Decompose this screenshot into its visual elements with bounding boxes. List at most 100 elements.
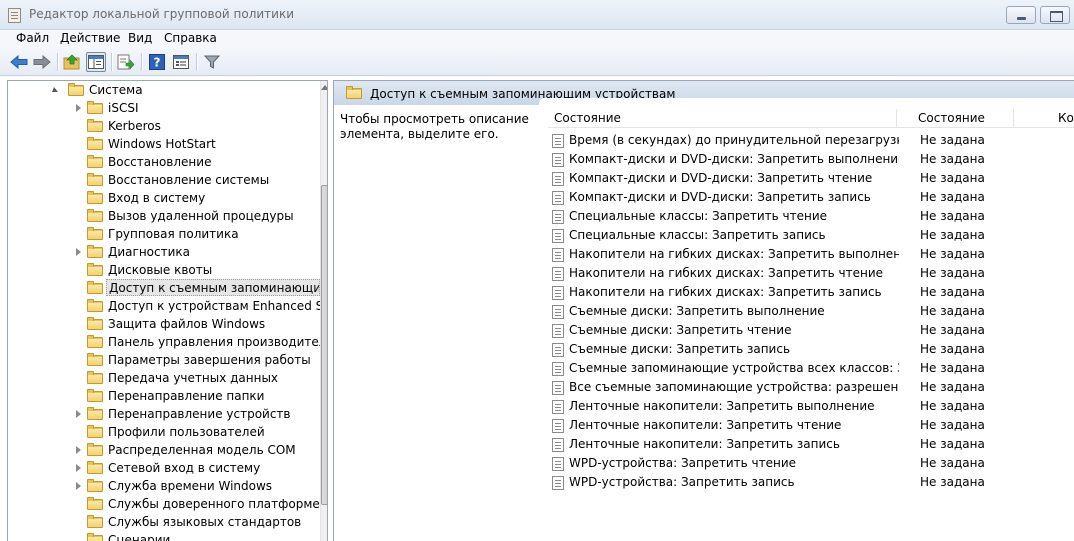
menu-file[interactable]: Файл (12, 31, 53, 45)
tree-item[interactable]: Восстановление системы (8, 171, 318, 189)
tree-item[interactable]: Вызов удаленной процедуры (8, 207, 318, 225)
tree-item[interactable]: Панель управления производитель (8, 333, 327, 351)
policy-row[interactable]: Ленточные накопители: Запретить выполнен… (550, 397, 1074, 416)
tree-item[interactable]: Kerberos (8, 117, 318, 135)
policy-row[interactable]: Ленточные накопители: Запретить чтение Не… (550, 416, 1074, 435)
menu-help[interactable]: Справка (160, 31, 221, 45)
policy-name: Съемные запоминающие устройства всех кла… (569, 361, 899, 375)
policy-setting-icon (552, 248, 564, 262)
folder-icon (87, 101, 103, 114)
tree-item[interactable]: Профили пользователей (8, 423, 318, 441)
expand-icon[interactable] (76, 464, 81, 472)
tree-item[interactable]: Windows HotStart (8, 135, 318, 153)
policy-row[interactable]: Все съемные запоминающие устройства: раз… (550, 378, 1074, 397)
policy-row[interactable]: Ленточные накопители: Запретить запись Не… (550, 435, 1074, 454)
policy-row[interactable]: Съемные диски: Запретить выполнение Не за… (550, 302, 1074, 321)
expand-icon[interactable] (76, 248, 81, 256)
policy-setting-icon (552, 172, 564, 186)
properties-icon[interactable] (171, 52, 191, 72)
tree-item[interactable]: iSCSI (8, 99, 318, 117)
tree-item-label: Профили пользователей (108, 425, 265, 439)
minimize-button[interactable] (1006, 6, 1036, 24)
tree-item[interactable]: Служба времени Windows (8, 477, 318, 495)
policy-name: WPD-устройства: Запретить чтение (569, 456, 797, 470)
tree-item[interactable]: Сценарии (8, 531, 318, 541)
column-header-state[interactable]: Состояние (918, 111, 985, 125)
folder-icon (87, 515, 103, 528)
policy-row[interactable]: Компакт-диски и DVD-диски: Запретить вып… (550, 150, 1074, 169)
tree-item[interactable]: Службы языковых стандартов (8, 513, 318, 531)
tree-item-label: Диагностика (108, 245, 191, 259)
tree-item-label: Восстановление (108, 155, 212, 169)
policy-state: Не задана (920, 228, 985, 242)
policy-row[interactable]: WPD-устройства: Запретить запись Не задан… (550, 473, 1074, 492)
tree-item[interactable]: Доступ к устройствам Enhanced Stora (8, 297, 327, 315)
policy-row[interactable]: Съемные диски: Запретить чтение Не задана (550, 321, 1074, 340)
policy-row[interactable]: Съемные запоминающие устройства всех кла… (550, 359, 1074, 378)
column-header-setting[interactable]: Состояние (554, 111, 621, 125)
policy-row[interactable]: Специальные классы: Запретить чтение Не з… (550, 207, 1074, 226)
policy-setting-icon (552, 305, 564, 319)
tree-item[interactable]: Дисковые квоты (8, 261, 318, 279)
policy-row[interactable]: Компакт-диски и DVD-диски: Запретить чте… (550, 169, 1074, 188)
tree-item[interactable]: Перенаправление устройств (8, 405, 318, 423)
tree-item[interactable]: Защита файлов Windows (8, 315, 318, 333)
menu-action[interactable]: Действие (56, 31, 124, 45)
tree-item[interactable]: Распределенная модель COM (8, 441, 318, 459)
expand-icon[interactable] (76, 104, 81, 112)
collapse-icon[interactable] (52, 87, 58, 92)
expand-icon[interactable] (76, 482, 81, 490)
tree-item[interactable]: Службы доверенного платформенно (8, 495, 327, 513)
show-hide-tree-icon[interactable] (86, 52, 106, 72)
policy-row[interactable]: Накопители на гибких дисках: Запретить в… (550, 245, 1074, 264)
expand-icon[interactable] (76, 446, 81, 454)
tree-item[interactable]: Сетевой вход в систему (8, 459, 318, 477)
tree-item[interactable]: Вход в систему (8, 189, 318, 207)
tree-item-label: Windows HotStart (108, 137, 216, 151)
policy-name: Накопители на гибких дисках: Запретить ч… (569, 266, 884, 280)
folder-icon (87, 443, 103, 456)
policy-name: Накопители на гибких дисках: Запретить в… (569, 247, 899, 261)
details-header: Доступ к съемным запоминающим устройства… (334, 81, 1074, 105)
policy-row[interactable]: Накопители на гибких дисках: Запретить з… (550, 283, 1074, 302)
tree-scrollbar[interactable] (320, 81, 327, 541)
menu-view[interactable]: Вид (124, 31, 156, 45)
policy-name: Ленточные накопители: Запретить выполнен… (569, 399, 875, 413)
tree-item[interactable]: Перенаправление папки (8, 387, 318, 405)
tree-item[interactable]: Диагностика (8, 243, 318, 261)
policy-row[interactable]: Съемные диски: Запретить запись Не задана (550, 340, 1074, 359)
tree-item-label: Сетевой вход в систему (108, 461, 261, 475)
column-header-comment[interactable]: Ком (1058, 111, 1074, 125)
tree-item[interactable]: Передача учетных данных (8, 369, 318, 387)
tree-item[interactable]: Групповая политика (8, 225, 318, 243)
tree-item-label: Доступ к устройствам Enhanced Stora (108, 299, 328, 313)
tree-item[interactable]: Параметры завершения работы (8, 351, 318, 369)
expand-icon[interactable] (76, 410, 81, 418)
policy-row[interactable]: Накопители на гибких дисках: Запретить ч… (550, 264, 1074, 283)
policy-row[interactable]: Специальные классы: Запретить запись Не з… (550, 226, 1074, 245)
policy-row[interactable]: Время (в секундах) до принудительной пер… (550, 131, 1074, 150)
scroll-up-icon[interactable] (321, 85, 327, 90)
tree-item[interactable]: Восстановление (8, 153, 318, 171)
filter-icon[interactable] (202, 52, 222, 72)
policy-setting-icon (552, 362, 564, 376)
policy-setting-icon (552, 210, 564, 224)
policy-row[interactable]: Компакт-диски и DVD-диски: Запретить зап… (550, 188, 1074, 207)
up-folder-icon[interactable] (62, 52, 82, 72)
forward-icon[interactable] (32, 52, 52, 72)
tree-item-label: Вызов удаленной процедуры (108, 209, 294, 223)
tree-item-system[interactable]: Система (8, 81, 318, 99)
scroll-thumb[interactable] (321, 185, 327, 505)
policy-setting-icon (552, 286, 564, 300)
back-icon[interactable] (9, 52, 29, 72)
folder-icon (87, 155, 103, 168)
maximize-button[interactable] (1040, 6, 1070, 24)
app-icon (8, 8, 21, 23)
policy-setting-icon (552, 343, 564, 357)
policy-row[interactable]: WPD-устройства: Запретить чтение Не задан… (550, 454, 1074, 473)
export-list-icon[interactable] (116, 52, 136, 72)
toolbar: ? (0, 48, 1074, 76)
help-icon[interactable]: ? (147, 52, 167, 72)
folder-icon (87, 371, 103, 384)
tree-item[interactable]: Доступ к съемным запоминающим у (8, 279, 320, 297)
